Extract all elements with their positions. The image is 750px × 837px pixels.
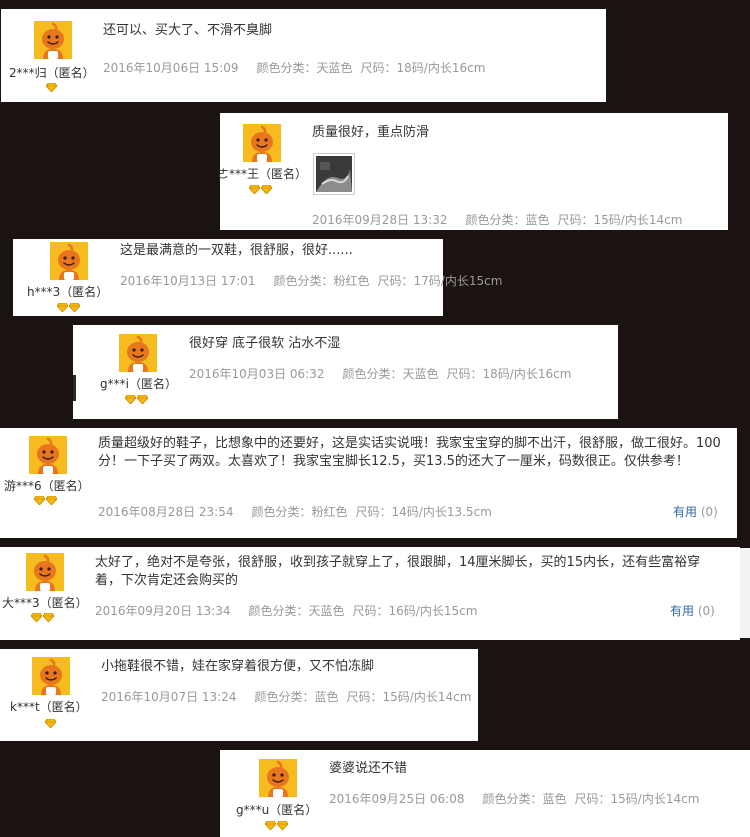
avatar[interactable] — [32, 657, 70, 695]
sku-color: 蓝色 — [314, 690, 339, 704]
member-badge — [57, 303, 80, 312]
review-text: 婆婆说还不错 — [329, 761, 408, 776]
sku-color: 粉红色 — [333, 274, 370, 288]
sku-size: 17码/内长15cm — [413, 274, 503, 288]
review-card: ㄜ***王（匿名） 质量很好，重点防滑 2016年09月28日 13:32 颜色分… — [217, 113, 728, 230]
member-badge — [34, 496, 57, 505]
sku-size: 18码/内长16cm — [482, 367, 572, 381]
review-text: 太好了，绝对不是夸张，很舒服，收到孩子就穿上了，很跟脚，14厘米脚长，买的15内… — [95, 555, 701, 588]
review-meta: 2016年09月25日 06:08 颜色分类：蓝色 尺码：15码/内长14cm — [329, 792, 700, 806]
review-date: 2016年08月28日 23:54 — [98, 505, 234, 519]
review-text: 小拖鞋很不错，娃在家穿着很方便，又不怕冻脚 — [101, 659, 375, 674]
review-meta: 2016年09月28日 13:32 颜色分类：蓝色 尺码：15码/内长14cm — [312, 213, 683, 227]
diamond-icon — [31, 613, 42, 622]
diamond-icon — [69, 303, 80, 312]
avatar[interactable] — [34, 21, 72, 59]
review-meta: 2016年10月06日 15:09 颜色分类：天蓝色 尺码：18码/内长16cm — [103, 61, 486, 75]
diamond-icon — [249, 185, 260, 194]
reviewer-name: 游***6（匿名） — [4, 479, 90, 493]
sku-color: 天蓝色 — [308, 604, 345, 618]
member-badge — [46, 83, 57, 92]
member-badge — [31, 613, 54, 622]
sku-size: 15码/内长14cm — [382, 690, 472, 704]
reviewer-name: 2***归（匿名） — [9, 66, 95, 80]
avatar[interactable] — [243, 124, 281, 162]
diamond-icon — [46, 496, 57, 505]
review-photo-thumbnail[interactable] — [313, 153, 355, 195]
divider — [73, 375, 76, 401]
sku-size: 15码/内长14cm — [593, 213, 683, 227]
reviewer-name: g***i（匿名） — [100, 377, 177, 391]
avatar[interactable] — [259, 759, 297, 797]
diamond-icon — [46, 83, 57, 92]
review-date: 2016年09月25日 06:08 — [329, 792, 465, 806]
useful-count: (0) — [700, 505, 718, 519]
reviewer-name: g***u（匿名） — [236, 803, 318, 817]
scroll-strip — [740, 548, 750, 638]
sku-color: 粉红色 — [311, 505, 348, 519]
review-card: 游***6（匿名） 质量超级好的鞋子，比想象中的还要好，这是实话实说哦！我家宝宝… — [0, 428, 737, 538]
review-text: 这是最满意的一双鞋，很舒服，很好...... — [120, 243, 353, 258]
review-card: k***t（匿名） 小拖鞋很不错，娃在家穿着很方便，又不怕冻脚 2016年10月… — [0, 649, 478, 741]
review-card: h***3（匿名） 这是最满意的一双鞋，很舒服，很好...... 2016年10… — [13, 239, 502, 316]
diamond-icon — [261, 185, 272, 194]
sku-color: 天蓝色 — [402, 367, 439, 381]
review-card: g***u（匿名） 婆婆说还不错 2016年09月25日 06:08 颜色分类：蓝… — [220, 750, 750, 837]
review-text: 还可以、买大了、不滑不臭脚 — [103, 23, 273, 38]
photo-image — [316, 156, 352, 192]
sku-size: 16码/内长15cm — [388, 604, 478, 618]
useful-count: (0) — [697, 604, 715, 618]
reviewer-name: ㄜ***王（匿名） — [217, 167, 308, 181]
diamond-icon — [265, 821, 276, 830]
diamond-icon — [125, 395, 136, 404]
sku-size: 14码/内长13.5cm — [391, 505, 492, 519]
reviewer-name: 大***3（匿名） — [2, 596, 88, 610]
useful-button[interactable]: 有用 (0) — [670, 602, 715, 619]
review-date: 2016年09月20日 13:34 — [95, 604, 231, 618]
review-date: 2016年09月28日 13:32 — [312, 213, 448, 227]
member-badge — [45, 719, 56, 728]
member-badge — [249, 185, 272, 194]
review-date: 2016年10月13日 17:01 — [120, 274, 256, 288]
sku-size: 15码/内长14cm — [610, 792, 700, 806]
review-meta: 2016年10月13日 17:01 颜色分类：粉红色 尺码：17码/内长15cm — [120, 274, 503, 288]
review-meta: 2016年10月07日 13:24 颜色分类：蓝色 尺码：15码/内长14cm — [101, 690, 472, 704]
avatar[interactable] — [50, 242, 88, 280]
member-badge — [265, 821, 288, 830]
sku-color: 天蓝色 — [316, 61, 353, 75]
review-meta: 2016年08月28日 23:54 颜色分类：粉红色 尺码：14码/内长13.5cm — [98, 505, 492, 519]
review-card: 2***归（匿名） 还可以、买大了、不滑不臭脚 2016年10月06日 15:0… — [1, 9, 606, 102]
diamond-icon — [45, 719, 56, 728]
avatar[interactable] — [119, 334, 157, 372]
reviewer-name: h***3（匿名） — [27, 285, 109, 299]
reviewer-name: k***t（匿名） — [10, 700, 88, 714]
review-card: 大***3（匿名） 太好了，绝对不是夸张，很舒服，收到孩子就穿上了，很跟脚，14… — [0, 547, 740, 640]
review-text: 质量超级好的鞋子，比想象中的还要好，这是实话实说哦！我家宝宝穿的脚不出汗，很舒服… — [98, 436, 721, 469]
avatar[interactable] — [26, 553, 64, 591]
review-date: 2016年10月03日 06:32 — [189, 367, 325, 381]
useful-button[interactable]: 有用 (0) — [673, 503, 718, 520]
diamond-icon — [137, 395, 148, 404]
review-date: 2016年10月07日 13:24 — [101, 690, 237, 704]
diamond-icon — [34, 496, 45, 505]
review-meta: 2016年10月03日 06:32 颜色分类：天蓝色 尺码：18码/内长16cm — [189, 367, 572, 381]
diamond-icon — [43, 613, 54, 622]
avatar[interactable] — [29, 436, 67, 474]
member-badge — [125, 395, 148, 404]
review-card: g***i（匿名） 很好穿 底子很软 沾水不湿 2016年10月03日 06:3… — [73, 325, 618, 419]
sku-size: 18码/内长16cm — [396, 61, 486, 75]
diamond-icon — [57, 303, 68, 312]
sku-color: 蓝色 — [525, 213, 550, 227]
review-text: 很好穿 底子很软 沾水不湿 — [189, 336, 341, 351]
review-date: 2016年10月06日 15:09 — [103, 61, 239, 75]
diamond-icon — [277, 821, 288, 830]
review-meta: 2016年09月20日 13:34 颜色分类：天蓝色 尺码：16码/内长15cm — [95, 604, 478, 618]
review-text: 质量很好，重点防滑 — [312, 125, 430, 140]
sku-color: 蓝色 — [542, 792, 567, 806]
